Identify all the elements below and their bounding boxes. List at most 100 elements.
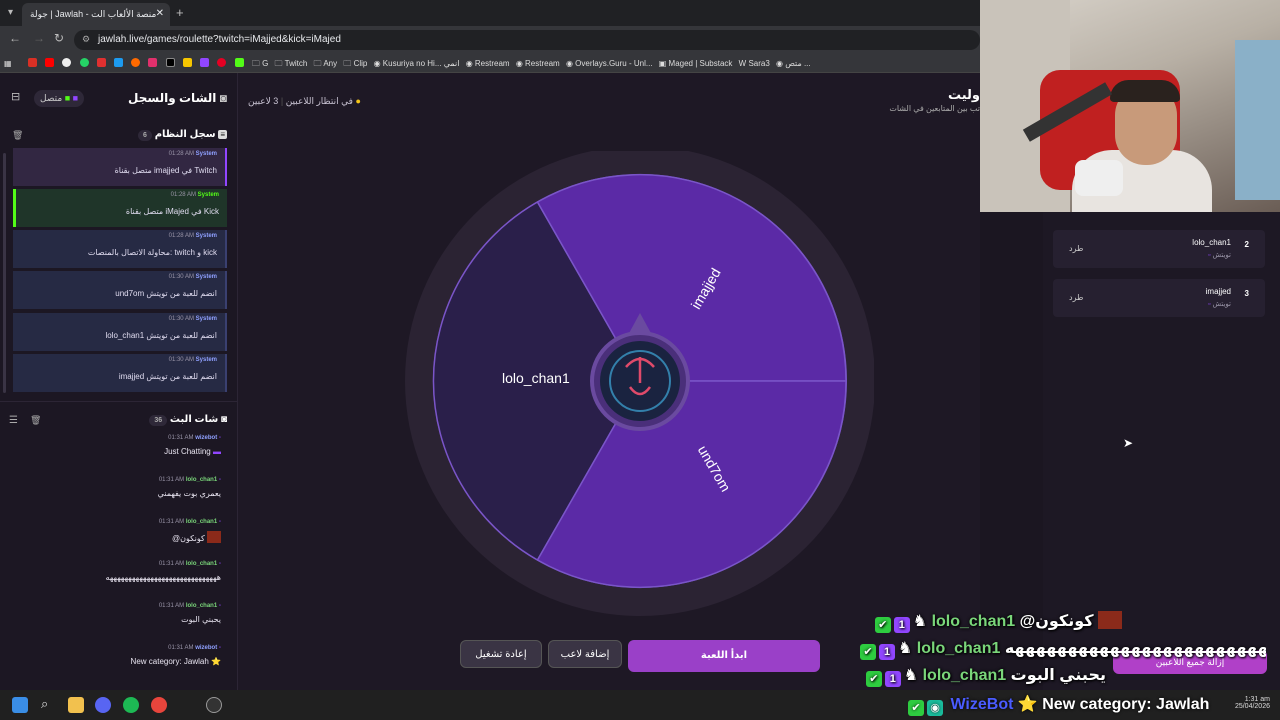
bookmark-icon[interactable] [131,58,141,67]
bookmark-item[interactable]: ◉ Overlays.Guru - Unl... [566,59,653,68]
forward-icon[interactable]: → [33,31,45,45]
search-icon[interactable]: ⌕ [41,696,48,712]
restart-button[interactable]: إعادة تشغيل [460,640,542,668]
syslog-count: 6 [138,130,152,141]
tab-menu-icon[interactable]: ▾ [8,7,13,18]
bookmark-folder-icon[interactable]: 🗀 Clip [343,58,367,72]
bookmark-item[interactable]: ◉ Restream [516,59,560,68]
x-icon[interactable] [165,58,175,67]
msg-user: lolo_chan1 [185,561,218,567]
clock-date: 25/04/2026 [1234,703,1270,710]
connection-status: متصل ■ ■ [34,90,85,107]
kick-player-button[interactable]: طرد [1069,293,1083,302]
bookmark-folder-icon[interactable]: 🗀 Twitch [275,58,308,72]
msg-text: New category: Jawlah ⭐ [130,657,221,666]
reload-icon[interactable]: ↻ [54,31,64,45]
add-player-button[interactable]: إضافة لاعب [548,640,622,668]
platform-text: تويتش [1212,301,1231,308]
overlay-chat-line: ✔ 1 ♞ lolo_chan1 ههههههههههههههههههههههههه… [860,638,1266,660]
syslog-scrollbar[interactable] [3,153,6,393]
player-platform: ▫ تويتش [1208,300,1231,308]
github-icon[interactable] [62,58,72,67]
msg-user: lolo_chan1 [185,519,218,525]
spotify-icon[interactable] [123,697,139,713]
msg-time: 01:30 AM [168,316,194,322]
obs-icon[interactable] [206,697,222,713]
back-icon[interactable]: ← [9,31,21,45]
bookmark-icon[interactable] [182,58,192,67]
clear-chat-icon[interactable]: 🗑 [30,415,41,426]
msg-meta: 01:30 AM System [169,274,217,280]
msg-user: wizebot [195,435,218,441]
pinterest-icon[interactable] [217,58,227,67]
overlay-text: ⭐ New category: Jawlah [1017,696,1210,713]
msg-time: 01:31 AM [158,603,185,609]
msg-time: 01:30 AM [168,357,194,363]
bookmark-folder-icon[interactable]: 🗀 Any [314,58,338,72]
bookmark-icon[interactable] [96,58,106,67]
bookmark-folder-icon[interactable]: 🗀 G [252,58,268,72]
emote-icon: ♞ [898,640,913,657]
twitch-icon[interactable] [200,58,210,67]
youtube-icon[interactable] [45,58,55,67]
apps-icon[interactable]: ▦ [4,59,12,68]
bookmark-item[interactable]: ◉ Restream [466,59,510,68]
filter-icon[interactable]: ☰ [9,415,18,426]
twitch-icon: ▫ [218,603,221,609]
platform-text: تويتش [1212,252,1231,259]
syslog-message: 01:30 AM System lolo_chan1 انضم للعبة من … [13,313,227,351]
msg-time: 01:31 AM [158,477,185,483]
msg-text: متصل بقناة iMajed في Kick [125,207,219,216]
msg-user: System [195,316,217,322]
start-game-button[interactable]: ابدأ اللعبة [628,640,820,672]
player-row: 2 lolo_chan1 ▫ تويتش طرد [1053,230,1265,268]
overlay-user: lolo_chan1 [931,613,1016,630]
kick-player-button[interactable]: طرد [1069,244,1083,253]
roulette-wheel[interactable]: lolo_chan1 imajjed und7om [404,151,874,621]
chrome-icon[interactable] [151,697,167,713]
chat-message: 01:31 AM lolo_chan1 ▫ @كونكون [11,519,221,543]
waiting-text: في انتظار اللاعبين [285,96,353,106]
discord-icon[interactable] [95,697,111,713]
msg-time: 01:31 AM [158,519,185,525]
twitch-icon: ▫ [218,477,221,483]
msg-time: 01:31 AM [168,645,194,651]
gmail-icon[interactable] [27,58,37,67]
chat-title: شات البث [169,414,219,425]
address-bar[interactable]: jawlah.live/games/roulette?twitch=iMajje… [74,30,980,50]
system-clock[interactable]: 1:31 am 25/04/2026 [1235,696,1270,710]
bookmark-item[interactable]: ◉ Kusuriya no Hi... انمي [374,59,460,68]
category-icon: ▬ [213,447,221,456]
site-info-icon[interactable]: ⚙ [82,34,90,45]
windows-start-icon[interactable] [12,697,28,713]
clear-log-icon[interactable]: 🗑 [12,130,23,141]
clock-time: 1:31 am [1244,696,1270,703]
whatsapp-icon[interactable] [79,58,89,67]
new-tab-icon[interactable]: + [176,5,184,20]
instagram-icon[interactable] [148,58,158,67]
browser-tab[interactable]: جولة | Jawlah - منصة الألعاب الت ✕ [22,3,170,26]
players-count: 3 لاعبين [248,96,279,106]
msg-meta: 01:28 AM System [169,151,217,157]
overlay-text: هههههههههههههههههههههههههههههههه [1004,640,1266,657]
chat-icon: ◙ [219,91,227,105]
chat-log-sidebar: الشات والسجل ◙ متصل ■ ■ ⊟ 6 سجل النظام ≡… [0,73,238,690]
bookmark-item[interactable]: W Sara3 [739,59,770,68]
syslog-header: 6 سجل النظام ≡ [138,129,227,141]
file-explorer-icon[interactable] [68,697,84,713]
kick-icon[interactable] [234,58,244,67]
close-tab-icon[interactable]: ✕ [156,8,164,19]
bookmark-item[interactable]: ▣ Maged | Substack [659,59,733,68]
collapse-sidebar-icon[interactable]: ⊟ [11,90,20,103]
bookmark-icon[interactable] [113,58,123,67]
player-platform: ▫ تويتش [1208,251,1231,259]
overlay-chat-line: ✔ 1 ♞ lolo_chan1 @كونكون [874,611,1122,633]
bookmark-item[interactable]: ◉ متص ... [776,59,811,68]
twitch-icon: ▫ [1208,301,1211,308]
msg-meta: 01:31 AM wizebot ▫ [11,645,221,651]
waiting-status: في انتظار اللاعبين | 3 لاعبين ● [248,96,361,107]
msg-meta: 01:31 AM lolo_chan1 ▫ [11,561,221,567]
chat-count: 36 [149,415,168,426]
msg-meta: 01:31 AM lolo_chan1 ▫ [11,477,221,483]
msg-meta: 01:31 AM lolo_chan1 ▫ [11,603,221,609]
